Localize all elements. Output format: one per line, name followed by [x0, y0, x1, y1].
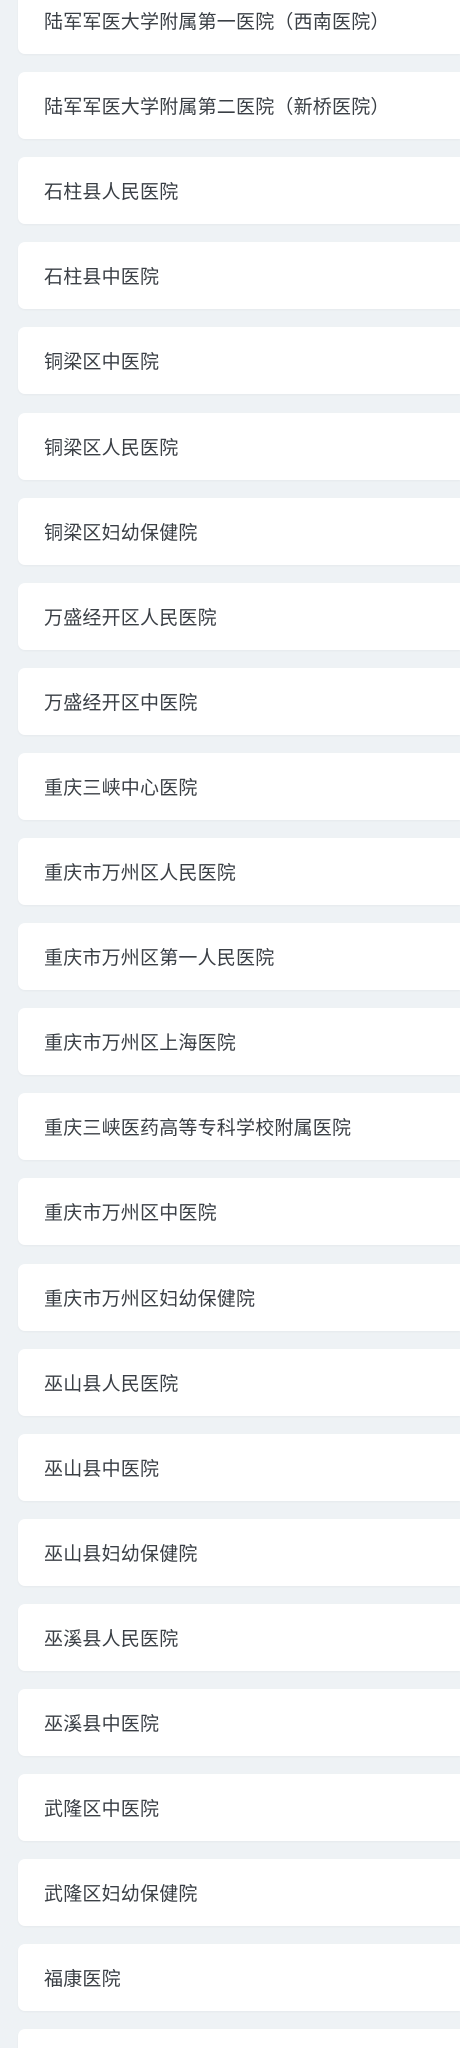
hospital-name: 重庆市万州区第一人民医院: [44, 947, 275, 969]
hospital-list-item[interactable]: 重庆市万州区中医院: [18, 1178, 460, 1245]
hospital-list-item[interactable]: 巫溪县人民医院: [18, 1604, 460, 1671]
hospital-name: 福康医院: [44, 1968, 121, 1990]
hospital-name: 重庆市万州区人民医院: [44, 862, 237, 884]
hospital-list-item[interactable]: 铜梁区中医院: [18, 327, 460, 394]
hospital-list-item[interactable]: 巫山县人民医院: [18, 1349, 460, 1416]
hospital-name: 武隆区中医院: [44, 1798, 160, 1820]
hospital-name: 巫山县人民医院: [44, 1373, 179, 1395]
hospital-list-item[interactable]: 万盛经开区中医院: [18, 668, 460, 735]
hospital-name: 铜梁区中医院: [44, 351, 160, 373]
hospital-name: 石柱县人民医院: [44, 181, 179, 203]
hospital-list-item[interactable]: 万盛经开区人民医院: [18, 583, 460, 650]
hospital-list-item[interactable]: 巫山县妇幼保健院: [18, 1519, 460, 1586]
hospital-list-item[interactable]: 武隆区妇幼保健院: [18, 1859, 460, 1926]
hospital-list-item[interactable]: 重庆市万州区第一人民医院: [18, 923, 460, 990]
hospital-list-item[interactable]: 重庆三峡医药高等专科学校附属医院: [18, 1093, 460, 1160]
hospital-name: 巫山县妇幼保健院: [44, 1543, 198, 1565]
hospital-list-item[interactable]: 巫山县中医院: [18, 1434, 460, 1501]
hospital-name: 重庆市万州区妇幼保健院: [44, 1288, 256, 1310]
hospital-list-item[interactable]: 石柱县人民医院: [18, 157, 460, 224]
hospital-name: 巫溪县中医院: [44, 1713, 160, 1735]
hospital-list-item[interactable]: 石柱县中医院: [18, 242, 460, 309]
hospital-list-item[interactable]: 重庆三峡中心医院: [18, 753, 460, 820]
hospital-list-item[interactable]: [18, 2029, 460, 2048]
hospital-list-item[interactable]: 铜梁区人民医院: [18, 413, 460, 480]
hospital-name: 陆军军医大学附属第一医院（西南医院）: [44, 11, 390, 33]
hospital-list-item[interactable]: 巫溪县中医院: [18, 1689, 460, 1756]
hospital-name: 万盛经开区中医院: [44, 692, 198, 714]
hospital-name: 巫溪县人民医院: [44, 1628, 179, 1650]
hospital-list: 陆军军医大学附属第一医院（西南医院） 陆军军医大学附属第二医院（新桥医院） 石柱县人…: [0, 0, 460, 2048]
hospital-list-item[interactable]: 武隆区中医院: [18, 1774, 460, 1841]
hospital-name: 重庆市万州区上海医院: [44, 1032, 237, 1054]
hospital-name: 巫山县中医院: [44, 1458, 160, 1480]
hospital-list-item[interactable]: 重庆市万州区上海医院: [18, 1008, 460, 1075]
hospital-list-item[interactable]: 重庆市万州区妇幼保健院: [18, 1264, 460, 1331]
hospital-name: 陆军军医大学附属第二医院（新桥医院）: [44, 96, 390, 118]
hospital-list-item[interactable]: 陆军军医大学附属第二医院（新桥医院）: [18, 72, 460, 139]
hospital-list-item[interactable]: 重庆市万州区人民医院: [18, 838, 460, 905]
hospital-name: 铜梁区妇幼保健院: [44, 522, 198, 544]
hospital-name: 重庆三峡中心医院: [44, 777, 198, 799]
hospital-list-item[interactable]: 福康医院: [18, 1944, 460, 2011]
hospital-name: 万盛经开区人民医院: [44, 607, 217, 629]
hospital-list-item[interactable]: 铜梁区妇幼保健院: [18, 498, 460, 565]
hospital-name: 铜梁区人民医院: [44, 437, 179, 459]
hospital-name: 武隆区妇幼保健院: [44, 1883, 198, 1905]
hospital-name: 重庆三峡医药高等专科学校附属医院: [44, 1117, 352, 1139]
hospital-name: 重庆市万州区中医院: [44, 1202, 217, 1224]
hospital-name: 石柱县中医院: [44, 266, 160, 288]
hospital-list-item[interactable]: 陆军军医大学附属第一医院（西南医院）: [18, 0, 460, 54]
